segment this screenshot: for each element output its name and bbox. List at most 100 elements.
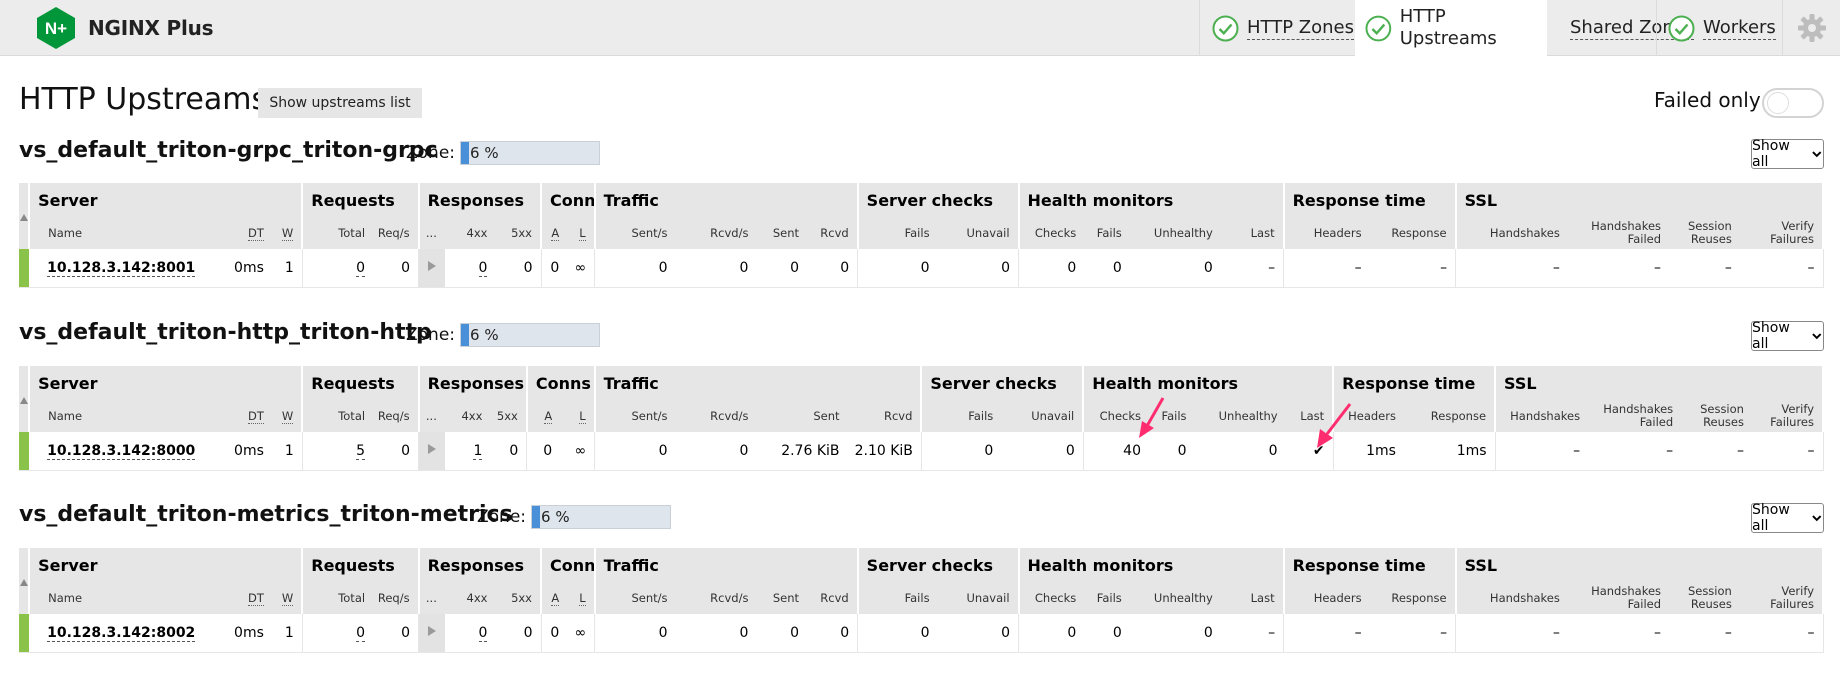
settings-button[interactable] [1784,0,1840,56]
col-header-more: ... [418,582,445,614]
col-header-r5xx: 5xx [495,217,542,249]
col-label: DT [248,225,264,241]
col-header-name: Name [29,217,222,249]
cell-r4xx[interactable]: 1 [444,432,491,471]
cell-value: 0 [1203,259,1213,276]
cell-hs-failed: – [1567,614,1670,653]
group-header-ssl: SSL [1455,548,1825,582]
cell-total[interactable]: 5 [302,432,374,471]
cell-sess: – [1669,614,1740,653]
col-label: Fails [904,590,930,605]
cell-rcvd: 0 [807,249,859,288]
group-header-health-monitors: Health monitors [1083,366,1335,400]
cell-total[interactable]: 0 [302,614,374,653]
table-row: 10.128.3.142:8002 0ms 1 0 0 0 0 0 ∞ 0 0 0 0 0 0 0 0 0– – – –… [19,614,1824,653]
col-header-sent: Sent [756,582,808,614]
col-header-dt: DT [221,400,272,432]
col-label: ... [425,590,437,605]
show-upstreams-list-button[interactable]: Show upstreams list [258,88,422,118]
group-header-server: Server [29,366,304,400]
show-all-select[interactable]: Show all [1751,138,1824,170]
group-header-server-checks: Server checks [857,548,1020,582]
failed-only-toggle[interactable] [1762,88,1824,118]
tab-label: HTTP Zones [1247,16,1354,40]
cell-value: 10.128.3.142:8001 [47,259,196,277]
sort-handle[interactable] [19,183,31,249]
cell-value: – [1807,259,1815,276]
cell-value: 0 [550,624,560,641]
col-header-rcvd: Rcvd [847,400,923,432]
cell-value: 0 [1203,624,1213,641]
cell-checks: 0 [1018,249,1085,288]
col-header-hs-failed: Handshakes Failed [1567,582,1670,614]
col-header-more: ... [418,400,445,432]
col-header-sess: Session Reuses [1681,400,1752,432]
cell-value: – [1724,624,1732,641]
cell-value: – [1440,259,1448,276]
cell-headers: – [1283,614,1370,653]
group-header-traffic: Traffic [594,366,923,400]
sort-handle[interactable] [19,366,31,432]
col-label: Total [338,590,366,605]
col-header-sent: Sent [756,217,808,249]
cell-value: – [1552,624,1560,641]
cell-verify: – [1739,249,1824,288]
col-label: Failures [1770,597,1814,611]
col-header-verify: Verify Failures [1739,217,1825,249]
cell-r4xx[interactable]: 0 [444,614,496,653]
expand-responses-button[interactable] [418,432,445,471]
cell-a: 0 [541,614,568,653]
tab-http-upstreams[interactable]: HTTP Upstreams [1355,0,1547,56]
cell-name[interactable]: 10.128.3.142:8000 [29,432,222,471]
tab-http-zones[interactable]: HTTP Zones [1212,0,1354,56]
col-header-total: Total [302,217,374,249]
cell-verify: – [1751,432,1824,471]
cell-value: 0 [658,624,668,641]
zone-usage-fill [461,324,470,346]
tab-workers[interactable]: Workers [1668,0,1776,56]
check-circle-icon [1668,15,1695,41]
col-label: Headers [1313,590,1362,605]
col-label: Total [338,225,366,240]
cell-unhealthy: 0 [1129,614,1221,653]
sort-handle[interactable] [19,548,31,614]
cell-value: 0ms [234,259,264,276]
cell-handshakes: – [1455,614,1568,653]
group-header-conns: Conns [541,183,596,217]
col-header-headers: Headers [1283,217,1370,249]
col-label: Unhealthy [1153,590,1213,605]
zone-usage: Zone: 6 % [406,323,601,347]
col-header-rcvd-s: Rcvd/s [675,400,757,432]
col-label: Fails [1096,590,1122,605]
cell-value: 0ms [234,442,264,459]
expand-responses-button[interactable] [418,614,445,653]
table-row: 10.128.3.142:8001 0ms 1 0 0 0 0 0 ∞ 0 0 0 0 0 0 0 0 0– – – –… [19,249,1824,288]
cell-r4xx[interactable]: 0 [444,249,496,288]
col-header-reqs: Req/s [373,217,420,249]
cell-rcvd: 0 [807,614,859,653]
show-all-select[interactable]: Show all [1751,320,1824,352]
col-label: Sent [772,225,800,240]
cell-value: 5 [356,442,366,460]
show-all-select[interactable]: Show all [1751,502,1824,534]
col-header-unavail: Unavail [937,217,1020,249]
sub-header-row: Name DT W Total Req/s... 4xx 5xx A L Sent/s Rcvd/s… [19,217,1825,249]
cell-handshakes: – [1495,432,1589,471]
col-header-r4xx: 4xx [444,400,491,432]
cell-value: ∞ [574,624,587,641]
zone-usage: Zone: 6 % [477,505,672,529]
col-label: Rcvd/s [710,225,749,240]
cell-value: 0 [739,442,749,459]
col-header-name: Name [29,400,222,432]
cell-dt: 0ms [221,432,272,471]
col-header-hm-fails: Fails [1084,217,1130,249]
cell-name[interactable]: 10.128.3.142:8001 [29,249,222,288]
cell-total[interactable]: 0 [302,249,374,288]
cell-value: – [1654,624,1662,641]
cell-name[interactable]: 10.128.3.142:8002 [29,614,222,653]
cell-rcvd-s: 0 [675,614,757,653]
col-label: Session [1700,402,1744,416]
expand-responses-button[interactable] [418,249,445,288]
group-header-row: ServerRequestsResponsesConnsTrafficServe… [19,548,1825,614]
sort-arrow-icon [20,213,28,221]
